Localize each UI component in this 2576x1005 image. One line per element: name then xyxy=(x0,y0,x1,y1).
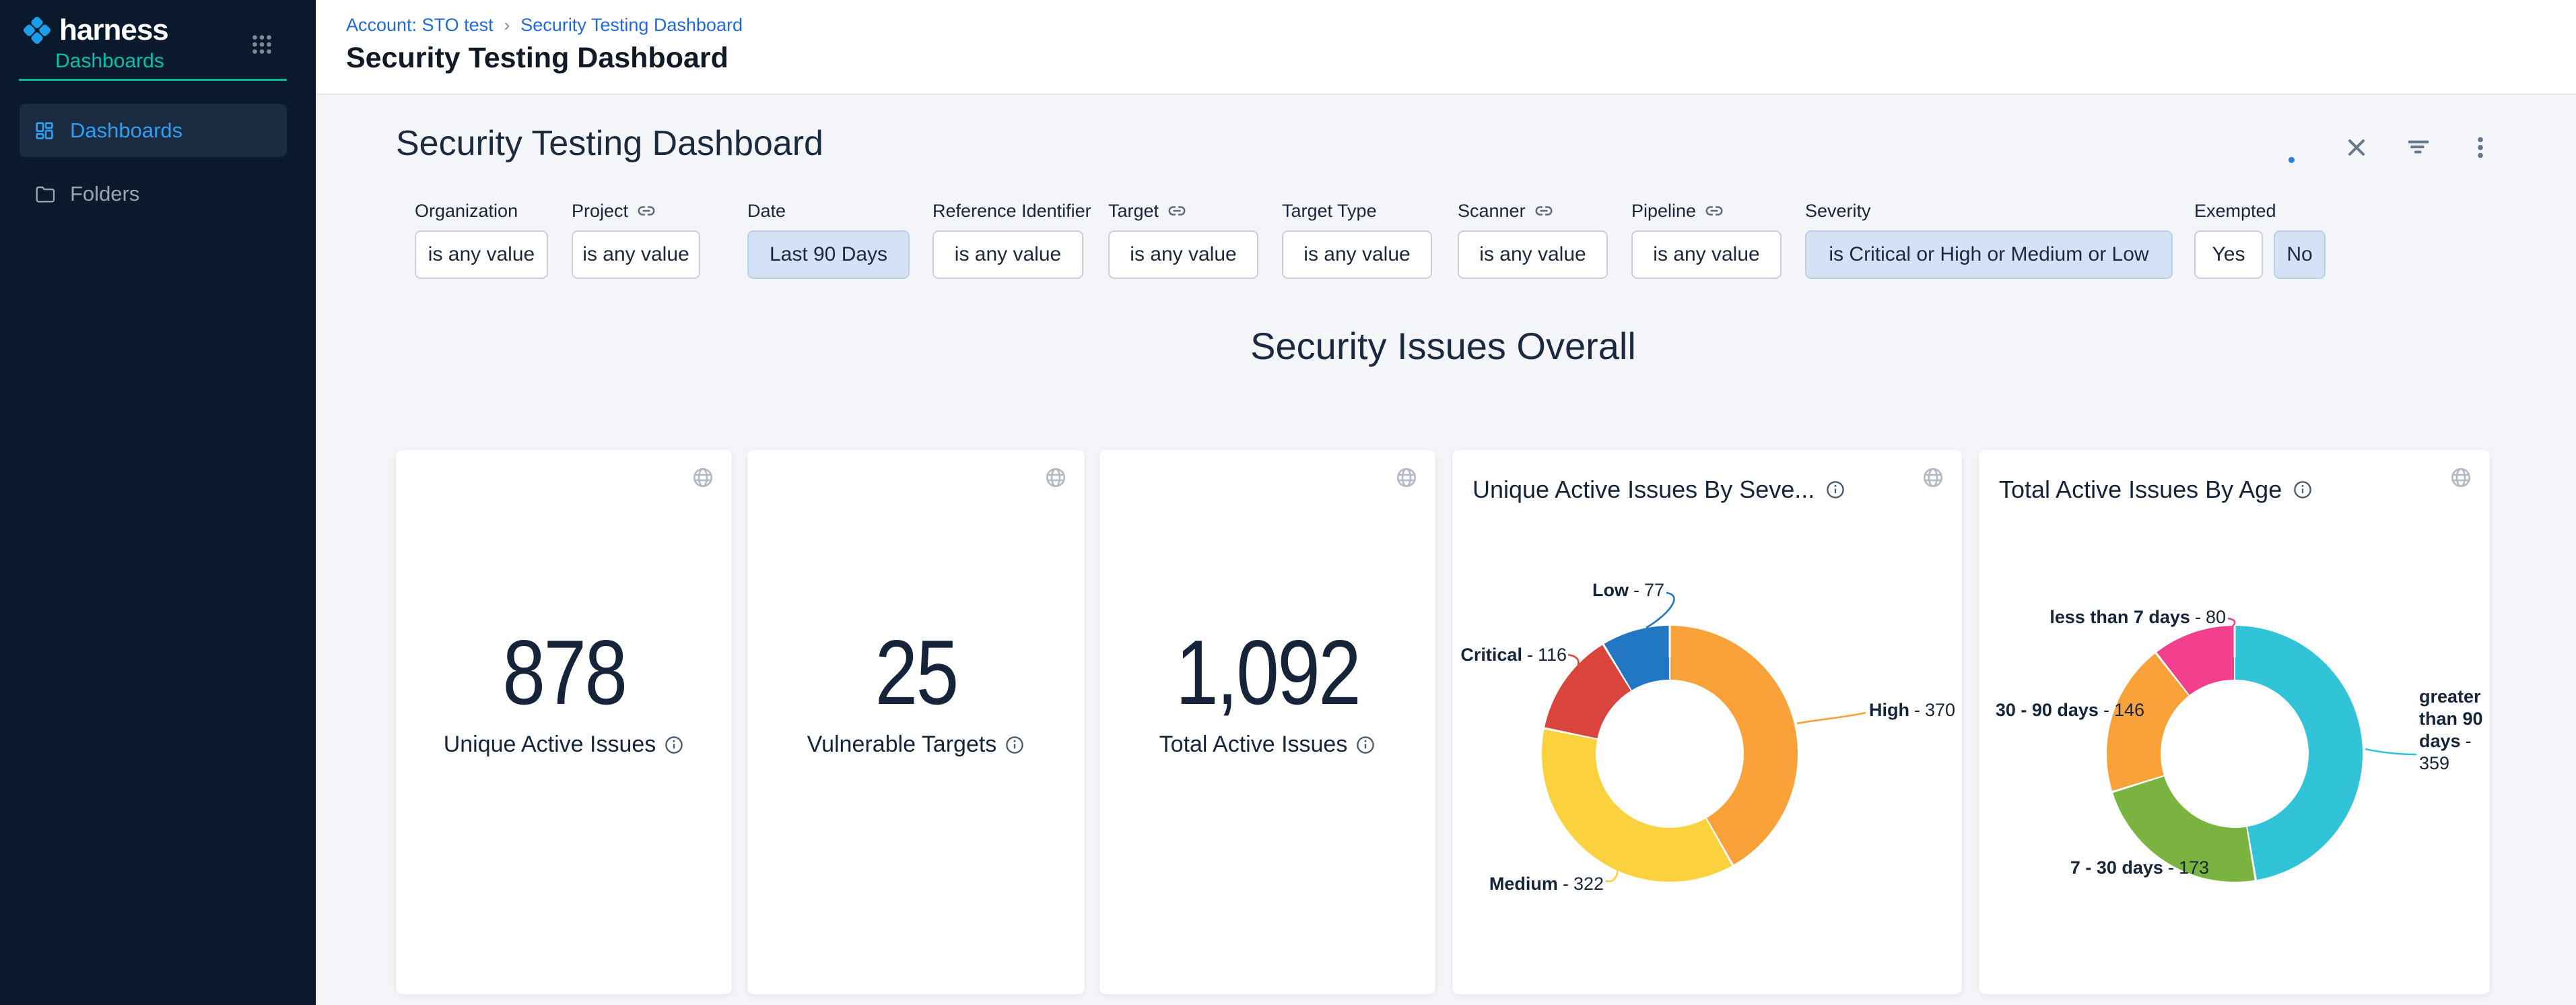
chart-title: Total Active Issues By Age xyxy=(1999,476,2313,504)
stat-label: Total Active Issues xyxy=(1099,732,1435,758)
filter-date: Date Last 90 Days xyxy=(747,199,910,279)
info-icon[interactable] xyxy=(1355,735,1376,755)
donut-label-greater-than-90-days: greater than 90 days-359 xyxy=(2419,686,2489,775)
globe-icon xyxy=(691,466,714,489)
globe-icon xyxy=(2449,466,2472,489)
dashboards-icon xyxy=(34,120,55,141)
tile-unique-active-issues-by-severity: Unique Active Issues By Seve... Low-77 C… xyxy=(1452,450,1962,994)
filter-value-button[interactable]: is any value xyxy=(933,230,1083,279)
dashboard-main: Security Testing Dashboard Organizatio xyxy=(316,95,2576,1005)
sidebar-item-folders[interactable]: Folders xyxy=(20,167,287,220)
brand-wordmark: harness xyxy=(59,13,168,47)
globe-icon xyxy=(1044,466,1067,489)
sidebar-item-dashboards[interactable]: Dashboards xyxy=(20,104,287,157)
filter-label: Severity xyxy=(1805,199,2173,222)
donut-label-low: Low-77 xyxy=(1526,579,1664,602)
info-icon[interactable] xyxy=(1005,735,1025,755)
link-icon xyxy=(1167,201,1187,221)
donut-label-medium: Medium-322 xyxy=(1486,873,1604,895)
filter-label: Target xyxy=(1108,199,1258,222)
stat-label: Unique Active Issues xyxy=(396,732,732,758)
globe-icon xyxy=(1922,466,1944,489)
breadcrumb-current-link[interactable]: Security Testing Dashboard xyxy=(520,15,743,36)
link-icon xyxy=(1704,201,1724,221)
sidebar-item-label: Dashboards xyxy=(70,119,182,143)
filter-label: Date xyxy=(747,199,910,222)
donut-label-7-30-days: 7 - 30 days-173 xyxy=(2060,857,2209,879)
folder-icon xyxy=(34,183,55,205)
filter-icon xyxy=(2405,134,2432,161)
harness-logo-icon xyxy=(20,13,54,47)
filter-target-type: Target Type is any value xyxy=(1282,199,1432,279)
filter-label: Project xyxy=(572,199,700,222)
dashboard-filters-button[interactable] xyxy=(2404,133,2433,162)
link-icon xyxy=(1534,201,1554,221)
filter-pipeline: Pipeline is any value xyxy=(1631,199,1782,279)
breadcrumb: Account: STO test › Security Testing Das… xyxy=(346,15,743,36)
filter-value-button[interactable]: is any value xyxy=(1458,230,1608,279)
filter-value-button[interactable]: is any value xyxy=(1108,230,1258,279)
close-icon xyxy=(2343,134,2370,161)
filter-reference-identifier: Reference Identifier is any value xyxy=(933,199,1091,279)
exempted-yes-button[interactable]: Yes xyxy=(2194,230,2263,279)
exempted-no-button[interactable]: No xyxy=(2274,230,2326,279)
filter-label: Reference Identifier xyxy=(933,199,1091,222)
close-button[interactable] xyxy=(2342,133,2371,162)
apps-grid-icon[interactable] xyxy=(250,32,274,57)
donut-label-high: High-370 xyxy=(1869,699,1963,721)
kebab-menu-icon xyxy=(2467,134,2494,161)
tile-vulnerable-targets: 25 Vulnerable Targets xyxy=(747,450,1085,994)
filter-severity: Severity is Critical or High or Medium o… xyxy=(1805,199,2173,279)
filter-project: Project is any value xyxy=(572,199,700,279)
filter-exempted: Exempted Yes No xyxy=(2194,199,2326,279)
donut-label-less-than-7-days: less than 7 days-80 xyxy=(2043,606,2226,628)
filter-label: Scanner xyxy=(1458,199,1608,222)
sidebar-divider xyxy=(19,79,287,81)
filter-value-button[interactable]: is any value xyxy=(1631,230,1782,279)
stat-value: 1,092 xyxy=(1099,620,1435,725)
app-root: harness Dashboards Dashboards Folders xyxy=(0,0,2576,1005)
filter-target: Target is any value xyxy=(1108,199,1258,279)
tile-unique-active-issues: 878 Unique Active Issues xyxy=(396,450,732,994)
tile-total-active-issues: 1,092 Total Active Issues xyxy=(1099,450,1435,994)
chart-title: Unique Active Issues By Seve... xyxy=(1472,476,1845,504)
dashboard-more-menu-button[interactable] xyxy=(2466,133,2495,162)
page-title: Security Testing Dashboard xyxy=(346,42,728,75)
filter-label: Pipeline xyxy=(1631,199,1782,222)
top-header: Account: STO test › Security Testing Das… xyxy=(316,0,2576,95)
section-title: Security Issues Overall xyxy=(396,324,2490,368)
severity-donut-chart[interactable] xyxy=(1542,626,1798,882)
cursor-dot xyxy=(2289,157,2295,163)
info-icon[interactable] xyxy=(1825,480,1845,500)
filter-label: Exempted xyxy=(2194,199,2326,222)
donut-label-30-90-days: 30 - 90 days-146 xyxy=(1979,699,2144,721)
globe-icon xyxy=(1395,466,1418,489)
filter-value-button[interactable]: Last 90 Days xyxy=(747,230,910,279)
sidebar: harness Dashboards Dashboards Folders xyxy=(0,0,316,1005)
filter-value-button[interactable]: is any value xyxy=(1282,230,1432,279)
filter-value-button[interactable]: is any value xyxy=(572,230,700,279)
filter-value-button[interactable]: is any value xyxy=(415,230,548,279)
tile-total-active-issues-by-age: Total Active Issues By Age less than 7 d… xyxy=(1979,450,2490,994)
filter-organization: Organization is any value xyxy=(415,199,548,279)
harness-logo[interactable]: harness xyxy=(20,13,168,47)
age-donut-chart[interactable] xyxy=(2107,626,2363,882)
filter-value-button[interactable]: is Critical or High or Medium or Low xyxy=(1805,230,2173,279)
stat-value: 878 xyxy=(396,620,732,725)
breadcrumb-separator: › xyxy=(504,15,510,36)
stat-label: Vulnerable Targets xyxy=(747,732,1085,758)
product-label: Dashboards xyxy=(55,50,164,73)
filter-label: Organization xyxy=(415,199,548,222)
info-icon[interactable] xyxy=(2293,480,2313,500)
filter-scanner: Scanner is any value xyxy=(1458,199,1608,279)
donut-label-critical: Critical-116 xyxy=(1452,644,1567,666)
dashboard-actions xyxy=(2342,133,2495,162)
dashboard-title: Security Testing Dashboard xyxy=(396,123,823,164)
link-icon xyxy=(636,201,656,221)
sidebar-item-label: Folders xyxy=(70,182,139,206)
stat-value: 25 xyxy=(747,620,1085,725)
breadcrumb-account-link[interactable]: Account: STO test xyxy=(346,15,494,36)
info-icon[interactable] xyxy=(664,735,684,755)
filter-label: Target Type xyxy=(1282,199,1432,222)
